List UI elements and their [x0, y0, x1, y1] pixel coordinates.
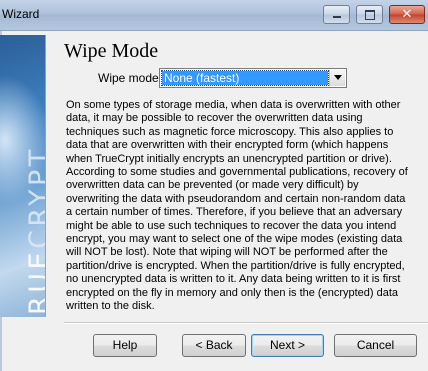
banner-text-true: TRUE — [24, 248, 46, 317]
page-title: Wipe Mode — [64, 40, 159, 62]
close-icon: ✕ — [401, 7, 413, 22]
maximize-button[interactable] — [356, 5, 383, 24]
back-button[interactable]: < Back — [182, 334, 246, 357]
banner-logo-text: TRUECRYPT — [24, 146, 46, 317]
cancel-button[interactable]: Cancel — [334, 334, 417, 357]
maximize-icon — [365, 10, 375, 20]
wipe-mode-description: On some types of storage media, when dat… — [66, 99, 408, 313]
close-button[interactable]: ✕ — [389, 5, 425, 24]
wipe-mode-label: Wipe mode: — [98, 71, 163, 85]
next-button[interactable]: Next > — [251, 334, 324, 357]
help-button[interactable]: Help — [93, 334, 157, 357]
minimize-button[interactable] — [323, 5, 350, 24]
wipe-mode-selected-value: None (fastest) — [161, 70, 329, 86]
title-bar: Wizard ✕ — [0, 0, 428, 31]
minimize-icon — [333, 16, 341, 18]
window-title: Wizard — [2, 7, 40, 21]
chevron-down-icon[interactable] — [329, 70, 345, 86]
banner-text-crypt: CRYPT — [24, 146, 46, 249]
truecrypt-banner: TRUECRYPT — [0, 35, 46, 317]
button-separator — [64, 322, 428, 324]
wipe-mode-select[interactable]: None (fastest) — [159, 68, 347, 88]
